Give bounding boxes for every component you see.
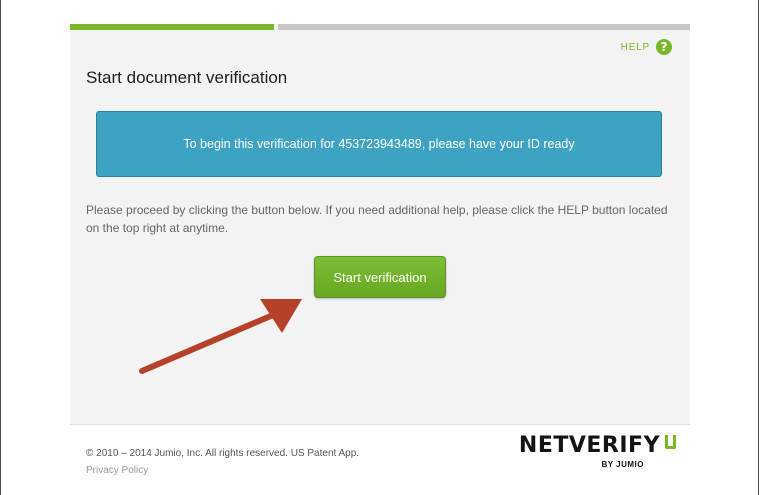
- info-message: To begin this verification for 453723943…: [183, 137, 575, 151]
- annotation-arrow-icon: [139, 299, 302, 374]
- logo-wordmark: NETVERIFY: [518, 433, 660, 458]
- logo-subtitle: BY JUMIO: [601, 460, 644, 469]
- help-button[interactable]: HELP ?: [621, 39, 672, 55]
- start-verification-button[interactable]: Start verification: [314, 256, 446, 298]
- info-banner: To begin this verification for 453723943…: [96, 111, 662, 177]
- logo-mark-icon: [665, 435, 676, 449]
- privacy-policy-link[interactable]: Privacy Policy: [86, 465, 148, 476]
- footer: © 2010 – 2014 Jumio, Inc. All rights res…: [70, 425, 690, 495]
- netverify-logo: NETVERIFY BY JUMIO: [519, 433, 676, 477]
- progress-step-active: [70, 24, 274, 30]
- help-label: HELP: [620, 41, 650, 53]
- copyright-text: © 2010 – 2014 Jumio, Inc. All rights res…: [86, 448, 360, 459]
- page-title: Start document verification: [86, 68, 288, 87]
- progress-bar: [70, 24, 690, 30]
- instructions-text: Please proceed by clicking the button be…: [86, 203, 668, 235]
- help-question-icon[interactable]: ?: [656, 39, 672, 55]
- progress-step-inactive: [278, 24, 690, 30]
